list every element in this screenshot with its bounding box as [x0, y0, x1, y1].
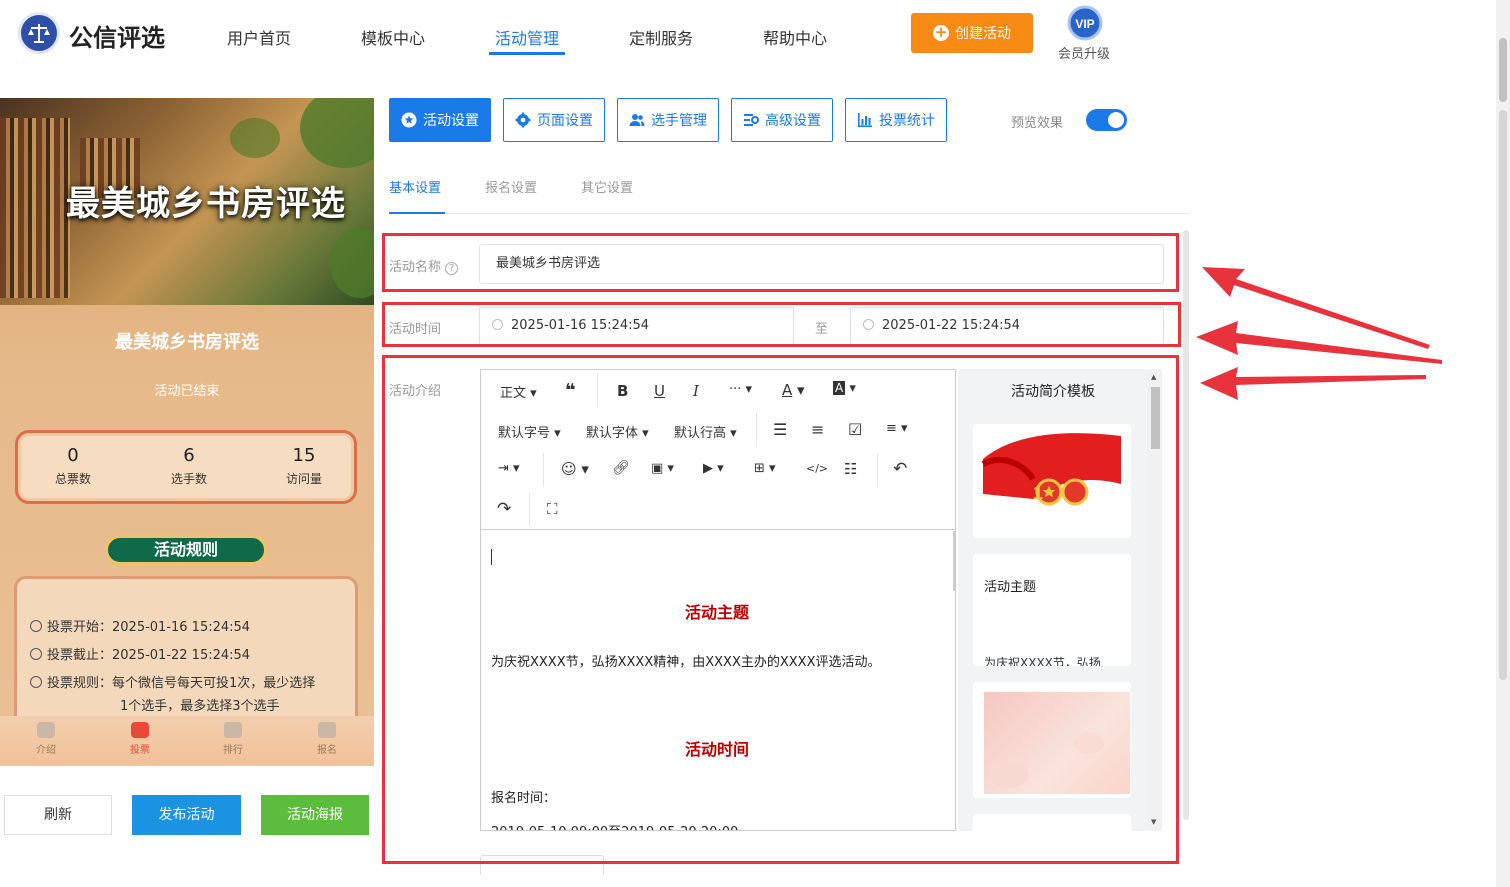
- brand-name[interactable]: 公信评选: [69, 18, 165, 53]
- tab-vote-statistics[interactable]: 投票统计: [845, 98, 947, 142]
- create-activity-button[interactable]: + 创建活动: [911, 13, 1033, 53]
- stat-value: 15: [292, 445, 316, 466]
- clock-icon: [30, 648, 42, 660]
- rule-vote-rule-cont: 1个选手，最多选择3个选手: [120, 699, 280, 714]
- refresh-button[interactable]: 刷新: [4, 795, 112, 835]
- activity-poster-button[interactable]: 活动海报: [261, 795, 369, 835]
- tab-contestant-management[interactable]: 选手管理: [617, 98, 719, 142]
- tab-intro[interactable]: 介绍: [16, 722, 76, 756]
- foliage: [330, 228, 374, 298]
- bookshelf-left: [0, 118, 70, 298]
- stat-contestants: 6 选手数: [134, 445, 244, 487]
- rule-vote-start: 投票开始：2025-01-16 15:24:54: [30, 616, 250, 635]
- tab-activity-settings[interactable]: 活动设置: [389, 98, 491, 142]
- tab-label: 介绍: [36, 745, 56, 756]
- activity-status: 活动已结束: [154, 384, 220, 399]
- tab-label: 选手管理: [651, 113, 707, 129]
- subtab-other[interactable]: 其它设置: [581, 177, 633, 196]
- gear-icon: [515, 112, 531, 128]
- nav-item-templates[interactable]: 模板中心: [361, 25, 425, 49]
- highlight-box-time: [382, 302, 1181, 347]
- stat-label: 总票数: [54, 472, 91, 486]
- tab-advanced-settings[interactable]: 高级设置: [731, 98, 833, 142]
- intro-icon: [37, 722, 55, 738]
- subtab-active-indicator: [389, 212, 445, 214]
- plus-icon: +: [933, 23, 949, 41]
- foliage: [230, 118, 280, 158]
- nav-item-activity-management[interactable]: 活动管理: [495, 25, 559, 49]
- nav-active-indicator: [489, 52, 565, 55]
- activity-title: 最美城乡书房评选: [115, 332, 259, 353]
- subtab-signup[interactable]: 报名设置: [485, 177, 537, 196]
- logo-icon[interactable]: [18, 12, 60, 54]
- rule-vote-end: 投票截止：2025-01-22 15:24:54: [30, 644, 250, 663]
- stats-panel: 0 总票数 6 选手数 15 访问量: [15, 430, 357, 504]
- nav-item-home[interactable]: 用户首页: [227, 25, 291, 49]
- stat-value: 0: [67, 445, 79, 466]
- tab-ranking[interactable]: 排行: [203, 722, 263, 756]
- preview-toggle-switch[interactable]: [1086, 109, 1127, 131]
- stat-visits: 15 访问量: [249, 445, 359, 487]
- mobile-preview: 最美城乡书房评选 最美城乡书房评选 活动已结束 0 总票数 6 选手数 15 访…: [0, 98, 374, 766]
- page-scrollbar[interactable]: [1496, 0, 1510, 887]
- red-arrow-icon: [1196, 321, 1442, 364]
- tab-signup[interactable]: 报名: [297, 722, 357, 756]
- banner-title: 最美城乡书房评选: [66, 184, 346, 224]
- stat-label: 访问量: [285, 472, 322, 486]
- rule-text: 投票开始：2025-01-16 15:24:54: [47, 620, 251, 635]
- users-icon: [629, 114, 645, 126]
- page-scrollbar-track: [1499, 110, 1507, 680]
- preview-tabbar: 介绍 投票 排行 报名: [0, 716, 374, 766]
- tab-label: 页面设置: [537, 113, 593, 129]
- stat-value: 6: [183, 445, 195, 466]
- rule-vote-rule: 投票规则：每个微信号每天可投1次，最少选择: [30, 672, 315, 691]
- tab-label: 投票: [130, 745, 150, 756]
- ranking-icon: [224, 722, 242, 738]
- info-icon: [30, 676, 42, 688]
- member-upgrade-link[interactable]: 会员升级: [1058, 43, 1110, 62]
- clock-icon: [30, 620, 42, 632]
- star-icon: [401, 112, 417, 128]
- tab-label: 投票统计: [879, 113, 935, 129]
- highlight-box-name: [382, 233, 1179, 292]
- rules-title: 活动规则: [105, 535, 267, 565]
- create-activity-label: 创建活动: [955, 26, 1011, 42]
- nav-item-help[interactable]: 帮助中心: [763, 25, 827, 49]
- vip-icon[interactable]: VIP: [1067, 5, 1103, 41]
- foliage: [300, 98, 374, 168]
- rule-text: 投票规则：每个微信号每天可投1次，最少选择: [47, 676, 316, 691]
- stat-total-votes: 0 总票数: [18, 445, 128, 487]
- bar-chart-icon: [858, 113, 872, 127]
- tab-label: 报名: [317, 745, 337, 756]
- vip-badge-text: VIP: [1075, 17, 1094, 31]
- highlight-box-intro: [382, 355, 1179, 864]
- banner-image: 最美城乡书房评选: [0, 98, 374, 305]
- annotation-arrows: [1196, 267, 1442, 400]
- tab-page-settings[interactable]: 页面设置: [503, 98, 605, 142]
- page-scrollbar-thumb[interactable]: [1499, 38, 1507, 102]
- nav-item-custom-service[interactable]: 定制服务: [629, 25, 693, 49]
- tab-label: 活动设置: [423, 113, 479, 129]
- red-arrow-icon: [1200, 367, 1426, 400]
- lantern-icon: [131, 722, 149, 738]
- tab-label: 高级设置: [765, 113, 821, 129]
- sub-tabs: 基本设置 报名设置 其它设置: [389, 168, 1189, 214]
- signup-icon: [318, 722, 336, 738]
- tab-vote[interactable]: 投票: [110, 722, 170, 756]
- top-navbar: 公信评选 用户首页 模板中心 活动管理 定制服务 帮助中心 + 创建活动 VIP…: [0, 0, 1496, 68]
- tab-label: 排行: [223, 745, 243, 756]
- preview-toggle-label: 预览效果: [1011, 116, 1064, 131]
- publish-activity-button[interactable]: 发布活动: [132, 795, 241, 835]
- sliders-icon: [744, 114, 759, 126]
- stat-label: 选手数: [170, 472, 207, 486]
- rule-text: 投票截止：2025-01-22 15:24:54: [47, 648, 251, 663]
- subtab-basic[interactable]: 基本设置: [389, 177, 441, 196]
- form-scrollbar[interactable]: [1183, 230, 1189, 820]
